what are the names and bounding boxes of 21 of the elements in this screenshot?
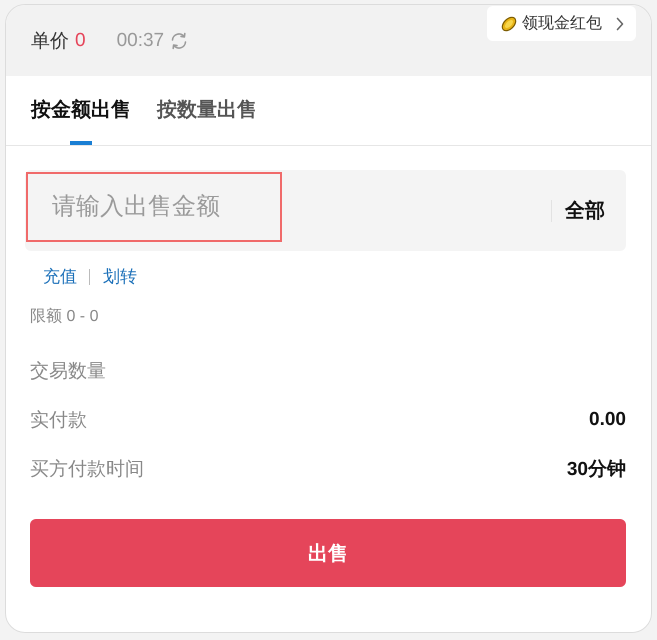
detail-label: 实付款 — [30, 408, 87, 432]
amount-input-field[interactable]: 请输入出售金额 — [26, 172, 282, 242]
tab[interactable]: 按金额出售 — [31, 76, 131, 145]
detail-value: 30分钟 — [566, 458, 626, 482]
detail-label: 买方付款时间 — [30, 458, 144, 482]
tab-indicator — [70, 141, 92, 145]
refresh-icon[interactable] — [169, 31, 190, 51]
price-value: 0 — [75, 30, 86, 52]
sell-button[interactable]: 出售 — [30, 519, 626, 587]
price-label: 单价 — [31, 30, 69, 54]
tab[interactable]: 按数量出售 — [157, 76, 257, 145]
detail-value: 0.00 — [589, 408, 626, 430]
detail-label: 交易数量 — [30, 360, 106, 384]
coin-icon — [500, 14, 518, 32]
chevron-right-icon — [616, 16, 624, 30]
limit-text: 限额 0 - 0 — [30, 306, 100, 327]
all-button[interactable]: 全部 — [565, 197, 605, 224]
action-link[interactable]: 充值 — [43, 265, 77, 289]
countdown-timer: 00:37 — [116, 30, 164, 52]
cash-bonus-button[interactable]: 领现金红包 — [487, 6, 636, 41]
action-link[interactable]: 划转 — [103, 265, 137, 289]
